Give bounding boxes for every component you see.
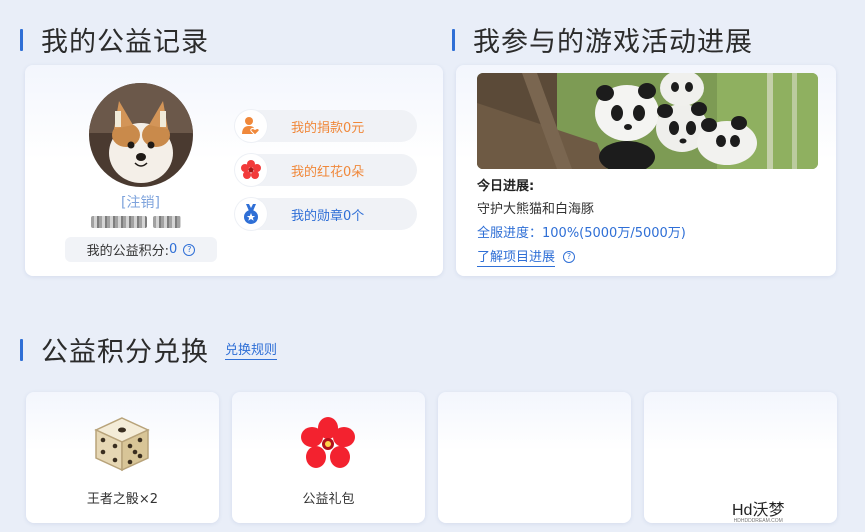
- watermark-text: Hd沃梦: [732, 502, 785, 519]
- stat-medals[interactable]: 我的勋章0个: [235, 198, 417, 230]
- game-progress-card: 今日进展: 守护大熊猫和白海豚 全服进度：100%(5000万/5000万) 了…: [456, 65, 836, 276]
- red-flower-gift-icon: [299, 416, 357, 478]
- points-value: 0: [169, 242, 178, 257]
- reward-card-dice[interactable]: 王者之骰×2: [26, 392, 219, 523]
- help-icon[interactable]: ?: [563, 250, 576, 263]
- today-progress-label: 今日进展:: [477, 179, 535, 194]
- title-accent-bar: [20, 338, 23, 361]
- flowers-label: 我的红花0朵: [291, 164, 365, 180]
- reward-card-empty: [438, 392, 631, 523]
- exchange-rules-link[interactable]: 兑换规则: [225, 339, 278, 360]
- exchange-section-title: 公益积分兑换 兑换规则: [20, 330, 278, 369]
- medal-icon: [235, 198, 267, 230]
- stat-donation[interactable]: 我的捐款0元: [235, 110, 417, 142]
- reward-label: 公益礼包: [302, 492, 355, 507]
- server-progress: 全服进度：100%(5000万/5000万): [477, 226, 686, 241]
- dice-icon: [92, 414, 152, 478]
- logout-link[interactable]: [注销]: [121, 192, 160, 212]
- profile-card: [注销] 我的公益积分: 0 ? 我的捐款0元 我的红花0朵 我的勋章0个: [25, 65, 443, 276]
- records-section-title: 我的公益记录: [20, 20, 209, 59]
- site-watermark: Hd沃梦 HDHDDDREAM.COM: [732, 496, 784, 524]
- title-accent-bar: [452, 28, 455, 51]
- panda-banner-image: [477, 73, 818, 169]
- donation-label: 我的捐款0元: [291, 120, 365, 136]
- reward-label: 王者之骰×2: [86, 492, 159, 507]
- exchange-title: 公益积分兑换: [41, 337, 209, 368]
- donation-user-heart-icon: [235, 110, 267, 142]
- watermark-subtext: HDHDDDREAM.COM: [733, 518, 783, 524]
- title-accent-bar: [20, 28, 23, 51]
- game-progress-section-title: 我参与的游戏活动进展: [452, 20, 753, 59]
- avatar: [89, 83, 193, 187]
- red-flower-icon: [235, 154, 267, 186]
- learn-more: 了解项目进展 ?: [477, 246, 576, 267]
- learn-project-progress-link[interactable]: 了解项目进展: [477, 246, 556, 267]
- reward-card-gift-pack[interactable]: 公益礼包: [232, 392, 425, 523]
- points-label: 我的公益积分:: [86, 244, 170, 259]
- medals-label: 我的勋章0个: [291, 208, 365, 224]
- records-title: 我的公益记录: [41, 27, 209, 58]
- project-name: 守护大熊猫和白海豚: [477, 202, 595, 217]
- points-display: 我的公益积分: 0 ?: [65, 237, 217, 262]
- blurred-username: [91, 216, 195, 232]
- help-icon[interactable]: ?: [183, 243, 196, 256]
- game-progress-title: 我参与的游戏活动进展: [473, 27, 753, 58]
- stat-flowers[interactable]: 我的红花0朵: [235, 154, 417, 186]
